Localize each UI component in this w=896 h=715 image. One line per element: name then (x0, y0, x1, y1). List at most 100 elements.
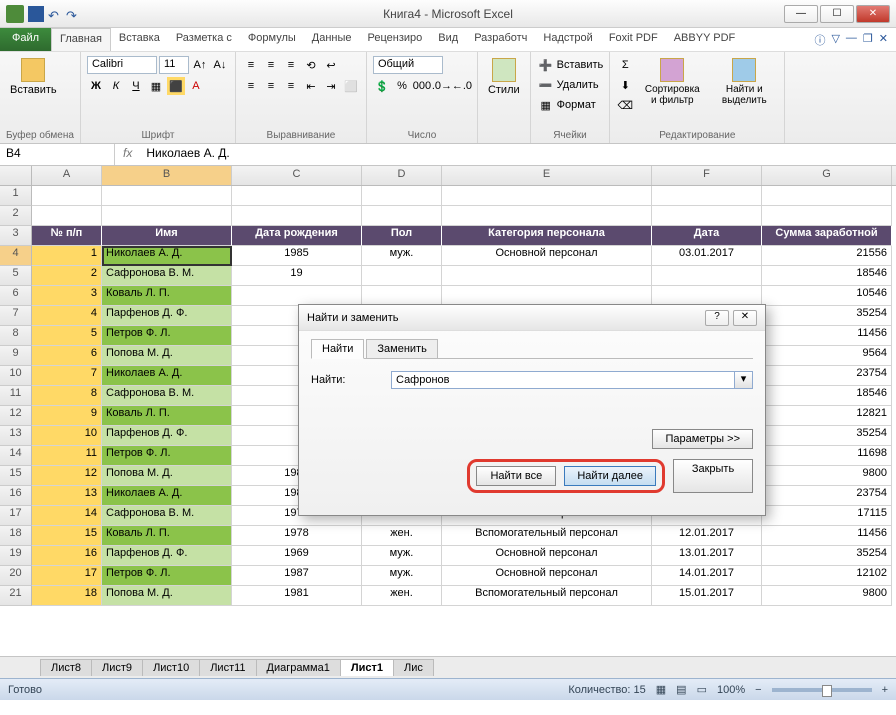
sort-filter-button[interactable]: Сортировка и фильтр (638, 56, 706, 108)
format-cells-label[interactable]: Формат (557, 99, 596, 111)
cell[interactable] (652, 206, 762, 226)
cell[interactable]: 5 (32, 326, 102, 346)
cell[interactable]: 11456 (762, 326, 892, 346)
cell[interactable]: 18 (32, 586, 102, 606)
percent-icon[interactable]: % (393, 77, 411, 95)
dec-decimal-icon[interactable]: ←.0 (453, 77, 471, 95)
cell[interactable]: 6 (32, 346, 102, 366)
cell[interactable]: 11 (32, 446, 102, 466)
ribbon-tab-0[interactable]: Главная (51, 28, 111, 51)
row-header-14[interactable]: 14 (0, 446, 32, 466)
ribbon-tab-8[interactable]: Надстрой (535, 28, 600, 51)
find-dropdown-icon[interactable]: ▾ (735, 371, 753, 389)
bold-icon[interactable]: Ж (87, 77, 105, 95)
insert-cells-label[interactable]: Вставить (557, 59, 604, 71)
align-mid-icon[interactable]: ≡ (262, 56, 280, 74)
row-header-9[interactable]: 9 (0, 346, 32, 366)
cell[interactable]: Николаев А. Д. (102, 366, 232, 386)
align-top-icon[interactable]: ≡ (242, 56, 260, 74)
row-header-11[interactable]: 11 (0, 386, 32, 406)
cell[interactable]: 17 (32, 566, 102, 586)
ribbon-tab-2[interactable]: Разметка с (168, 28, 240, 51)
find-next-button[interactable]: Найти далее (564, 466, 656, 486)
cell[interactable]: 1985 (232, 246, 362, 266)
cell[interactable]: 03.01.2017 (652, 246, 762, 266)
row-header-15[interactable]: 15 (0, 466, 32, 486)
cell[interactable]: 1969 (232, 546, 362, 566)
cell[interactable]: муж. (362, 246, 442, 266)
row-header-3[interactable]: 3 (0, 226, 32, 246)
paste-button[interactable]: Вставить (6, 56, 61, 98)
row-header-8[interactable]: 8 (0, 326, 32, 346)
cell[interactable]: Коваль Л. П. (102, 406, 232, 426)
align-bot-icon[interactable]: ≡ (282, 56, 300, 74)
cell[interactable]: 19 (232, 266, 362, 286)
cell[interactable]: 16 (32, 546, 102, 566)
cell[interactable]: 1 (32, 246, 102, 266)
sheet-tab[interactable]: Лист1 (340, 659, 394, 676)
styles-button[interactable]: Стили (484, 56, 524, 98)
row-header-2[interactable]: 2 (0, 206, 32, 226)
currency-icon[interactable]: 💲 (373, 77, 391, 95)
ribbon-tab-9[interactable]: Foxit PDF (601, 28, 666, 51)
minimize-ribbon-icon[interactable]: ▽ (831, 32, 839, 47)
wrap-text-icon[interactable]: ↩ (322, 56, 340, 74)
maximize-button[interactable]: ☐ (820, 5, 854, 23)
inc-decimal-icon[interactable]: .0→ (433, 77, 451, 95)
fill-color-icon[interactable]: ⬛ (167, 77, 185, 95)
doc-restore-icon[interactable]: ❐ (863, 32, 873, 47)
cell[interactable]: 12102 (762, 566, 892, 586)
grow-font-icon[interactable]: A↑ (191, 56, 209, 74)
close-dialog-button[interactable]: Закрыть (673, 459, 753, 493)
cell[interactable]: 9564 (762, 346, 892, 366)
cell[interactable]: 10546 (762, 286, 892, 306)
row-header-20[interactable]: 20 (0, 566, 32, 586)
cell[interactable]: Вспомогательный персонал (442, 526, 652, 546)
cell[interactable]: 12821 (762, 406, 892, 426)
cell[interactable]: муж. (362, 566, 442, 586)
cell[interactable]: Вспомогательный персонал (442, 586, 652, 606)
italic-icon[interactable]: К (107, 77, 125, 95)
cell[interactable]: Основной персонал (442, 546, 652, 566)
cell[interactable]: 1981 (232, 586, 362, 606)
cell[interactable]: 15 (32, 526, 102, 546)
sheet-tab[interactable]: Лист10 (142, 659, 200, 676)
cell[interactable]: Попова М. Д. (102, 466, 232, 486)
format-cells-icon[interactable]: ▦ (537, 96, 555, 114)
doc-close-icon[interactable]: ✕ (879, 32, 888, 47)
cell[interactable]: 2 (32, 266, 102, 286)
cell[interactable] (762, 186, 892, 206)
shrink-font-icon[interactable]: A↓ (211, 56, 229, 74)
table-header[interactable]: Дата рождения (232, 226, 362, 246)
cell[interactable]: 18546 (762, 266, 892, 286)
sheet-tab[interactable]: Лис (393, 659, 434, 676)
cell[interactable] (232, 186, 362, 206)
number-format-combo[interactable]: Общий (373, 56, 443, 74)
cell[interactable]: 4 (32, 306, 102, 326)
find-select-button[interactable]: Найти и выделить (710, 56, 778, 108)
cell[interactable] (652, 186, 762, 206)
dialog-close-button[interactable]: ✕ (733, 310, 757, 326)
cell[interactable] (442, 286, 652, 306)
close-button[interactable]: ✕ (856, 5, 890, 23)
cell[interactable]: Петров Ф. Л. (102, 566, 232, 586)
orientation-icon[interactable]: ⟲ (302, 56, 320, 74)
row-header-16[interactable]: 16 (0, 486, 32, 506)
align-left-icon[interactable]: ≡ (242, 77, 260, 95)
ribbon-tab-5[interactable]: Рецензиро (360, 28, 431, 51)
sheet-tab[interactable]: Лист8 (40, 659, 92, 676)
cell[interactable]: Парфенов Д. Ф. (102, 546, 232, 566)
column-header-A[interactable]: A (32, 166, 102, 185)
table-header[interactable]: Имя (102, 226, 232, 246)
indent-dec-icon[interactable]: ⇤ (302, 77, 320, 95)
row-header-17[interactable]: 17 (0, 506, 32, 526)
row-header-19[interactable]: 19 (0, 546, 32, 566)
cell[interactable]: 15.01.2017 (652, 586, 762, 606)
minimize-button[interactable]: — (784, 5, 818, 23)
underline-icon[interactable]: Ч (127, 77, 145, 95)
find-input[interactable] (391, 371, 735, 389)
row-header-5[interactable]: 5 (0, 266, 32, 286)
cell[interactable]: Коваль Л. П. (102, 526, 232, 546)
cell[interactable]: Основной персонал (442, 246, 652, 266)
redo-icon[interactable] (66, 7, 80, 21)
